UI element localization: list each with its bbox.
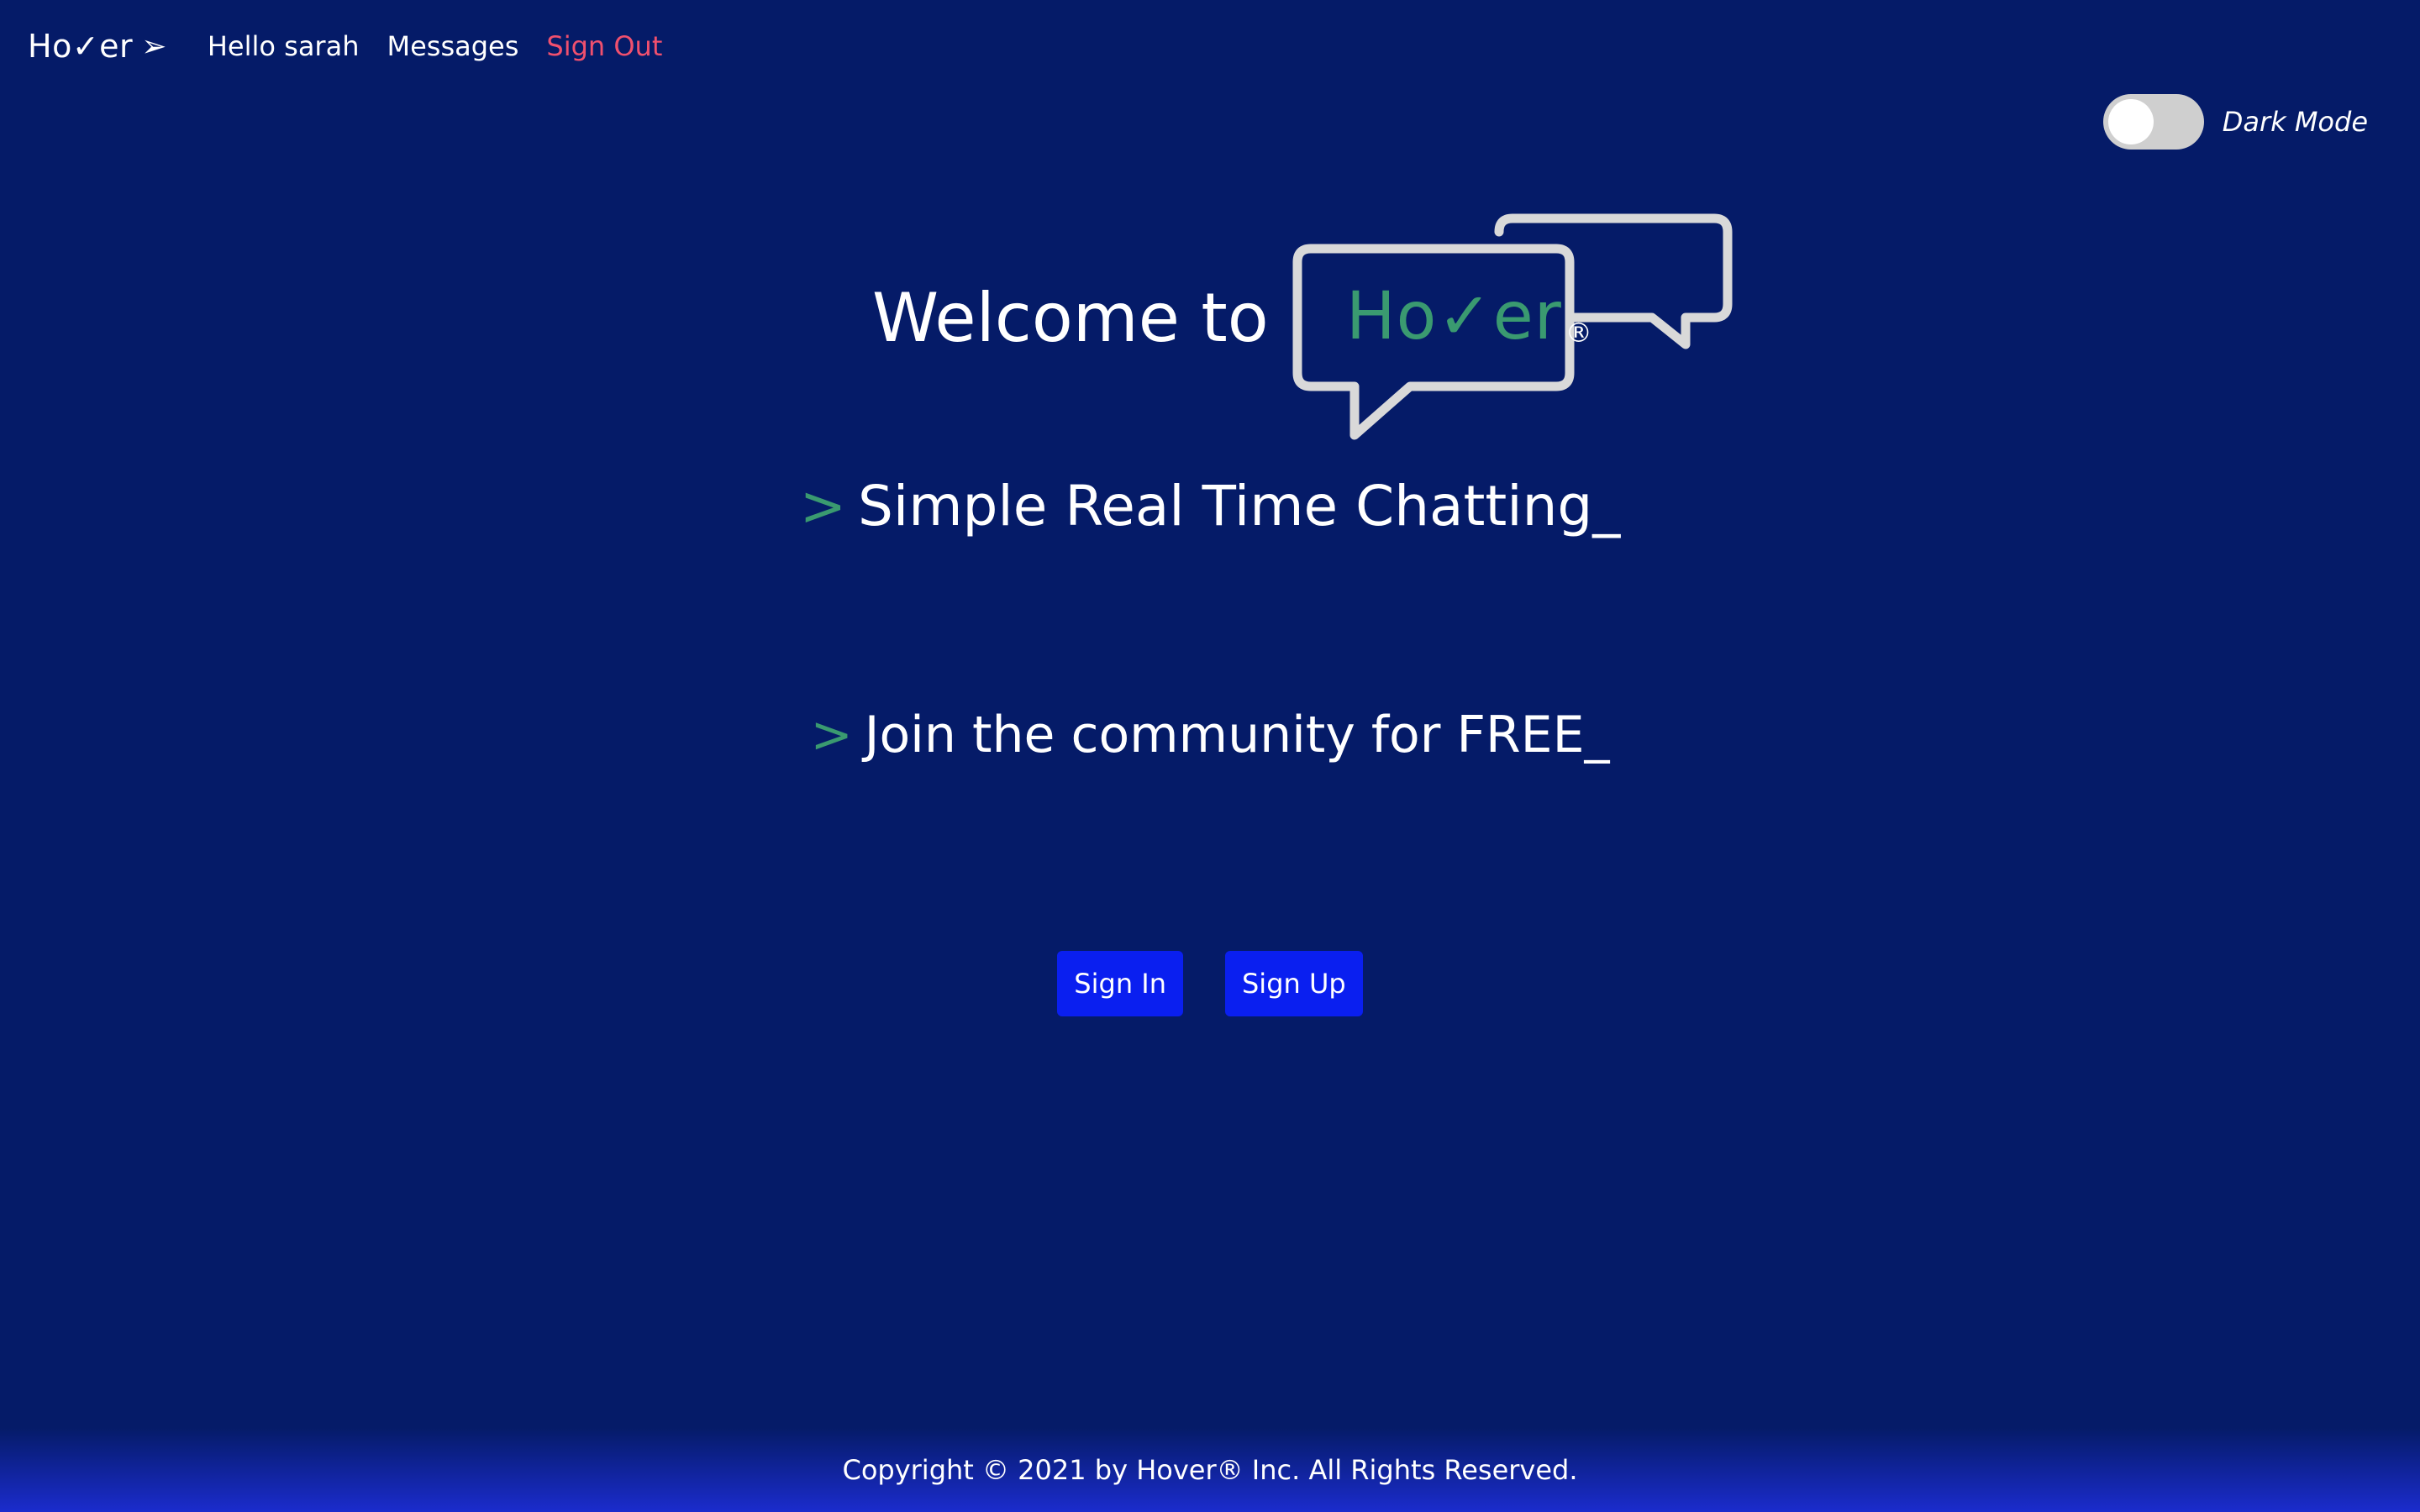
hover-logo: Ho✓er ® <box>1291 212 1739 447</box>
welcome-text: Welcome to <box>872 279 1269 357</box>
paper-plane-icon: ➢ <box>141 29 167 64</box>
prompt-icon: > <box>799 474 847 538</box>
toggle-knob <box>2107 99 2154 144</box>
sign-in-button[interactable]: Sign In <box>1057 951 1183 1016</box>
copyright-text: Copyright © 2021 by Hover® Inc. All Righ… <box>842 1454 1578 1486</box>
tagline-community-text: Join the community for FREE_ <box>864 706 1610 764</box>
logo-check-icon: ✓ <box>1437 279 1493 354</box>
logo-prefix: Ho <box>1346 279 1438 354</box>
registered-mark: ® <box>1565 317 1593 349</box>
nav-signout-link[interactable]: Sign Out <box>546 30 662 62</box>
tagline-community: > Join the community for FREE_ <box>0 706 2420 764</box>
brand-logo-link[interactable]: Ho ✓ er ➢ <box>28 28 167 65</box>
logo-wordmark: Ho✓er ® <box>1346 279 1593 354</box>
nav-greeting[interactable]: Hello sarah <box>208 30 360 62</box>
nav-messages-link[interactable]: Messages <box>387 30 518 62</box>
sign-up-button[interactable]: Sign Up <box>1224 951 1363 1016</box>
welcome-heading: Welcome to Ho✓er ® <box>872 212 1733 447</box>
dark-mode-label: Dark Mode <box>2222 106 2368 138</box>
dark-mode-control: Dark Mode <box>2102 94 2368 150</box>
tagline-realtime-text: Simple Real Time Chatting_ <box>858 474 1621 538</box>
prompt-icon: > <box>810 706 853 764</box>
brand-prefix: Ho <box>28 28 72 65</box>
footer: Copyright © 2021 by Hover® Inc. All Righ… <box>0 1428 2420 1512</box>
logo-suffix: er <box>1492 279 1562 354</box>
auth-buttons: Sign In Sign Up <box>0 951 2420 1016</box>
dark-mode-toggle[interactable] <box>2102 94 2204 150</box>
check-icon: ✓ <box>71 28 100 65</box>
brand-suffix: er <box>99 28 134 65</box>
tagline-realtime: > Simple Real Time Chatting_ <box>0 474 2420 538</box>
top-nav: Ho ✓ er ➢ Hello sarah Messages Sign Out <box>28 18 690 74</box>
